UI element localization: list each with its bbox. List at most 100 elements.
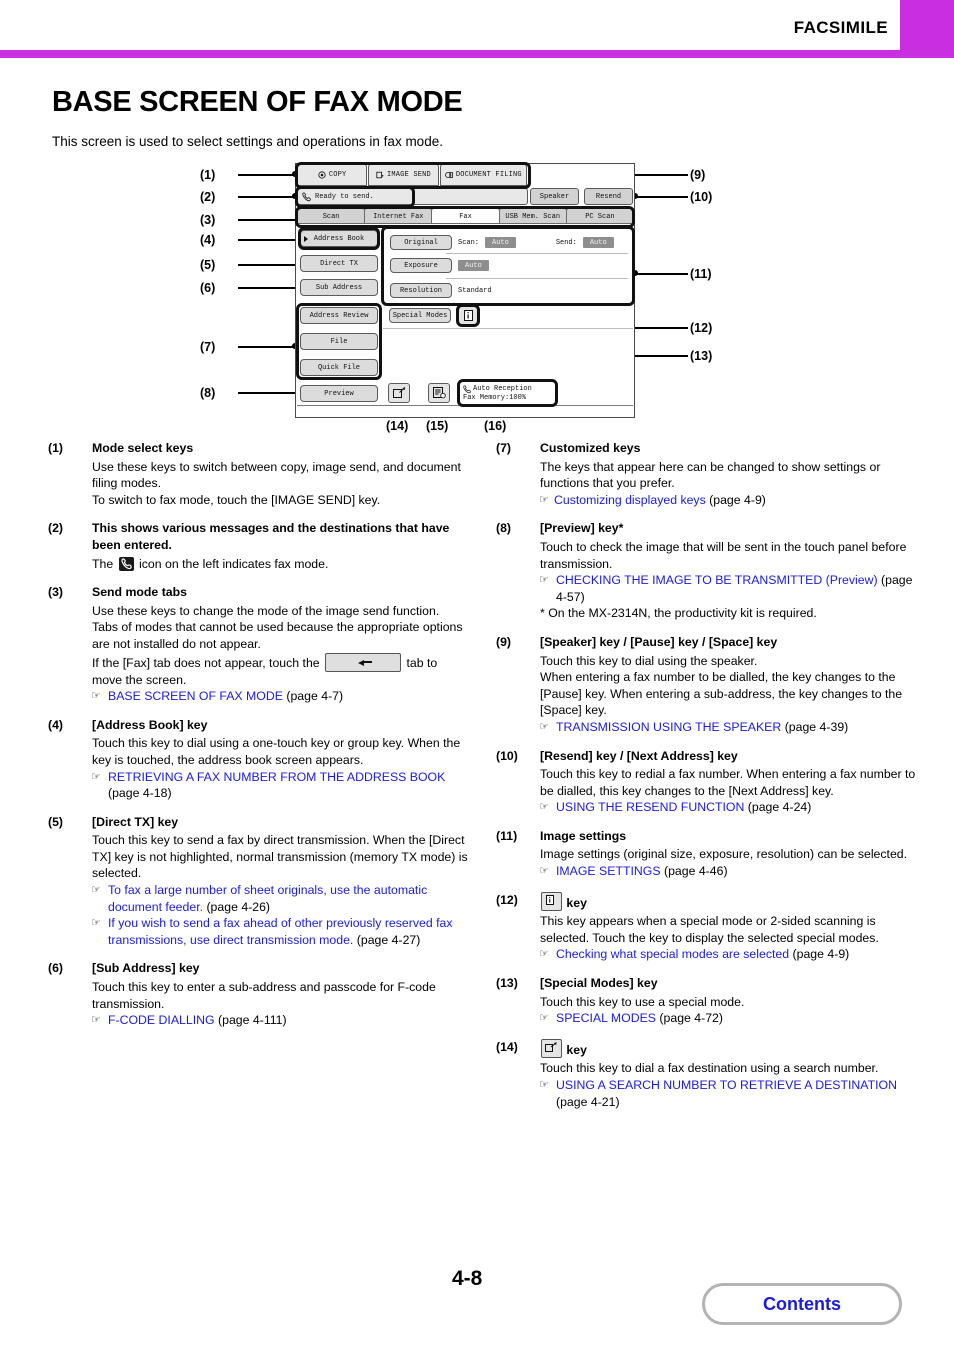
tab-internet-fax[interactable]: Internet Fax <box>364 208 433 224</box>
item-4-reference-1[interactable]: ☞ RETRIEVING A FAX NUMBER FROM THE ADDRE… <box>91 769 468 802</box>
callout-12: (12) <box>690 321 713 335</box>
item-5-number: (5) <box>48 814 64 829</box>
search-number-key[interactable] <box>388 383 410 403</box>
item-13-reference-1[interactable]: ☞ SPECIAL MODES (page 4-72) <box>539 1010 916 1027</box>
resolution-key[interactable]: Resolution <box>390 283 452 298</box>
original-key[interactable]: Original <box>390 235 452 250</box>
tab-fax[interactable]: Fax <box>431 208 500 224</box>
item-9-reference-1[interactable]: ☞ TRANSMISSION USING THE SPEAKER (page 4… <box>539 719 916 736</box>
item-11-reference-1[interactable]: ☞ IMAGE SETTINGS (page 4-46) <box>539 863 916 880</box>
callout-8: (8) <box>200 386 216 400</box>
callout-4: (4) <box>200 233 216 247</box>
item-1-body-2: To switch to fax mode, touch the [IMAGE … <box>92 492 381 507</box>
item-2-body-pre: The <box>92 556 114 571</box>
item-4-number: (4) <box>48 717 64 732</box>
item-5-reference-2-page: (page 4-27) <box>356 932 421 947</box>
address-entry-key[interactable] <box>428 383 450 403</box>
item-10-reference-1-page: (page 4-24) <box>747 800 812 815</box>
speaker-resend-keys: Speaker Resend <box>530 188 633 205</box>
special-mode-info-icon <box>463 310 473 321</box>
custom-key-quick-file[interactable]: Quick File <box>300 359 378 376</box>
item-10-reference-1[interactable]: ☞ USING THE RESEND FUNCTION (page 4-24) <box>539 799 916 816</box>
sub-address-key[interactable]: Sub Address <box>300 279 378 296</box>
callout-14: (14) <box>386 419 409 433</box>
item-3-body-2: Tabs of modes that cannot be used becaus… <box>92 620 463 651</box>
callout-2: (2) <box>200 190 216 204</box>
tab-scan[interactable]: Scan <box>297 208 366 224</box>
special-modes-key[interactable]: Special Modes <box>389 308 451 323</box>
item-7: (7) Customized keys The keys that appear… <box>496 440 916 508</box>
copy-icon <box>318 171 326 179</box>
item-7-reference-1[interactable]: ☞ Customizing displayed keys (page 4-9) <box>539 492 916 509</box>
move-screen-tab-icon[interactable] <box>325 652 402 672</box>
mode-select-keys[interactable]: COPY IMAGE SEND DOCUMENT FILING <box>297 164 528 186</box>
send-mode-tabs: Scan Internet Fax Fax USB Mem. Scan PC S… <box>297 208 635 224</box>
mode-key-copy-label: COPY <box>328 171 347 179</box>
header-accent-tab <box>900 0 954 50</box>
item-9: (9) [Speaker] key / [Pause] key / [Space… <box>496 634 916 736</box>
page-number: 4-8 <box>452 1267 483 1290</box>
item-7-reference-1-page: (page 4-9) <box>709 492 766 507</box>
address-book-key-label: Address Book <box>313 234 365 243</box>
special-mode-info-key[interactable] <box>458 306 478 325</box>
item-11-body-1: Image settings (original size, exposure,… <box>540 847 908 862</box>
item-3-reference-1[interactable]: ☞ BASE SCREEN OF FAX MODE (page 4-7) <box>91 688 468 705</box>
item-2-body-post: icon on the left indicates fax mode. <box>139 556 329 571</box>
resend-key[interactable]: Resend <box>584 188 633 205</box>
pointing-hand-icon: ☞ <box>539 1079 549 1091</box>
preview-key[interactable]: Preview <box>300 385 378 402</box>
item-12-reference-1-text: Checking what special modes are selected <box>556 947 790 962</box>
item-8-reference-1[interactable]: ☞ CHECKING THE IMAGE TO BE TRANSMITTED (… <box>539 572 916 605</box>
tab-baseline <box>297 223 633 224</box>
image-setting-row-resolution: Resolution Standard <box>390 282 628 299</box>
item-13-heading: [Special Modes] key <box>540 976 658 991</box>
exposure-value: Auto <box>458 260 489 271</box>
page-title: BASE SCREEN OF FAX MODE <box>52 86 463 118</box>
item-4-reference-1-page: (page 4-18) <box>108 786 172 801</box>
custom-key-address-review[interactable]: Address Review <box>300 307 378 324</box>
contents-button[interactable]: Contents <box>702 1283 902 1325</box>
address-book-key[interactable]: Address Book <box>300 230 378 247</box>
item-5-body-1: Touch this key to send a fax by direct t… <box>92 833 468 881</box>
exposure-key[interactable]: Exposure <box>390 258 452 273</box>
item-12-heading: key <box>540 891 916 912</box>
item-7-number: (7) <box>496 441 512 455</box>
item-3-body-3: If the [Fax] tab does not appear, touch … <box>92 652 468 689</box>
mode-key-document-filing[interactable]: DOCUMENT FILING <box>439 164 528 186</box>
mode-key-copy[interactable]: COPY <box>297 164 368 186</box>
image-setting-row-original: Original Scan: Auto Send: Auto <box>390 234 628 251</box>
item-11: (11) Image settings Image settings (orig… <box>496 828 916 880</box>
speaker-key[interactable]: Speaker <box>530 188 579 205</box>
item-14-number: (14) <box>496 1039 518 1054</box>
item-6-reference-1[interactable]: ☞ F-CODE DIALLING (page 4-111) <box>91 1012 468 1029</box>
item-9-body-2: When entering a fax number to be dialled… <box>540 670 903 718</box>
address-book-arrow-icon <box>304 236 308 242</box>
item-14-reference-1[interactable]: ☞ USING A SEARCH NUMBER TO RETRIEVE A DE… <box>539 1077 916 1110</box>
mode-key-image-send[interactable]: IMAGE SEND <box>368 164 439 186</box>
header-title: FACSIMILE <box>793 18 888 37</box>
tab-usb-mem-scan[interactable]: USB Mem. Scan <box>498 208 567 224</box>
special-mode-info-key-icon[interactable] <box>541 891 562 911</box>
custom-key-file[interactable]: File <box>300 333 378 350</box>
callout-11: (11) <box>690 267 712 281</box>
item-3-reference-1-page: (page 4-7) <box>286 689 344 704</box>
item-1-heading: Mode select keys <box>92 441 194 455</box>
reception-status: Auto Reception Fax Memory:100% <box>460 381 555 405</box>
item-7-reference-1-text: Customizing displayed keys <box>554 492 706 507</box>
item-5-reference-2[interactable]: ☞ If you wish to send a fax ahead of oth… <box>91 915 468 948</box>
pointing-hand-icon: ☞ <box>91 690 101 703</box>
item-10-reference-1-text: USING THE RESEND FUNCTION <box>556 800 745 815</box>
direct-tx-key[interactable]: Direct TX <box>300 255 378 272</box>
item-5-reference-1[interactable]: ☞ To fax a large number of sheet origina… <box>91 882 468 915</box>
tab-pc-scan[interactable]: PC Scan <box>565 208 635 224</box>
page-subtitle: This screen is used to select settings a… <box>52 134 443 149</box>
fax-handset-icon <box>302 191 311 201</box>
item-3-reference-1-text: BASE SCREEN OF FAX MODE <box>108 689 283 704</box>
item-1-number: (1) <box>48 441 64 455</box>
item-11-reference-1-page: (page 4-46) <box>663 864 728 879</box>
item-12-reference-1[interactable]: ☞ Checking what special modes are select… <box>539 946 916 963</box>
search-number-key-icon[interactable] <box>541 1038 562 1058</box>
item-6-heading: [Sub Address] key <box>92 961 200 976</box>
item-3-body-3-pre: If the [Fax] tab does not appear, touch … <box>92 655 320 670</box>
item-8-reference-1-text: CHECKING THE IMAGE TO BE TRANSMITTED (Pr… <box>556 573 878 588</box>
